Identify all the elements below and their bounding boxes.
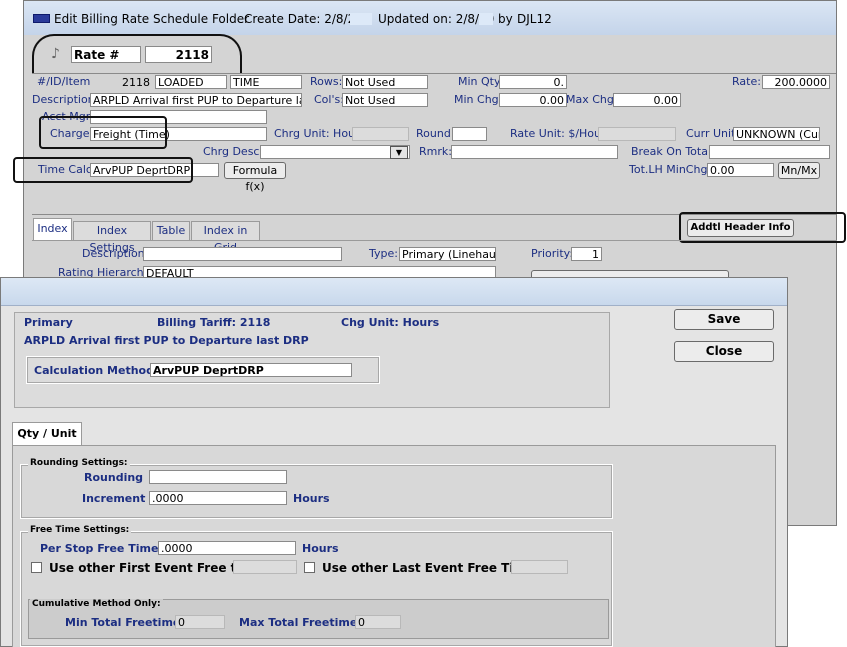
last-event-free-time-field — [511, 560, 568, 574]
rows-label: Rows: — [310, 75, 343, 88]
dialog-description: ARPLD Arrival first PUP to Departure las… — [24, 334, 309, 347]
description-label: Description: — [32, 93, 99, 106]
per-stop-free-time-label: Per Stop Free Time: — [40, 542, 163, 555]
chrg-desc-label: Chrg Desc: — [203, 145, 264, 158]
rate-value-field[interactable]: 200.0000 — [762, 75, 830, 89]
min-chg-field[interactable]: 0.00 — [499, 93, 567, 107]
max-total-freetime-label: Max Total Freetime: — [239, 616, 362, 629]
max-chg-field[interactable]: 0.00 — [613, 93, 681, 107]
index-description-field[interactable] — [143, 247, 342, 261]
rows-field[interactable]: Not Used — [342, 75, 428, 89]
rate-tab-divider — [32, 73, 836, 74]
tab-index-in-grid[interactable]: Index in Grid — [191, 221, 260, 254]
app-logo-icon — [33, 14, 50, 23]
chg-unit-label: Chg Unit: Hours — [341, 316, 440, 329]
save-button[interactable]: Save — [674, 309, 774, 330]
min-qty-field[interactable]: 0. — [499, 75, 567, 89]
status-field[interactable]: LOADED — [155, 75, 227, 89]
create-date: Create Date: 2/8/20 — [244, 12, 363, 26]
tab-index[interactable]: Index — [33, 218, 72, 240]
item-field[interactable]: TIME — [230, 75, 302, 89]
per-stop-unit: Hours — [302, 542, 339, 555]
user-id: DJL12 — [517, 12, 552, 26]
rounding-label: Rounding — [84, 471, 144, 484]
updated-on-highlight — [479, 13, 493, 25]
per-stop-free-time-field[interactable]: .0000 — [158, 541, 296, 555]
tab-table[interactable]: Table — [152, 221, 190, 240]
primary-label: Primary — [24, 316, 73, 329]
tot-lh-minchg-field[interactable]: 0.00 — [707, 163, 774, 177]
chrg-desc-dropdown[interactable] — [260, 145, 410, 159]
priority-field[interactable]: 1 — [571, 247, 602, 261]
rmrk-field[interactable] — [451, 145, 618, 159]
max-total-freetime-field: 0 — [355, 615, 401, 629]
rate-number-field[interactable]: 2118 — [145, 46, 212, 63]
break-on-total-label: Break On Total: — [631, 145, 715, 158]
charge-highlight-box — [39, 116, 167, 149]
tab-qty-unit[interactable]: Qty / Unit — [12, 422, 82, 446]
min-total-freetime-field: 0 — [175, 615, 225, 629]
tot-lh-minchg-label: Tot.LH MinChg: — [629, 163, 712, 176]
tab-index-settings[interactable]: Index Settings — [73, 221, 151, 254]
max-chg-label: Max Chg: — [566, 93, 618, 106]
increment-label: Increment — [82, 492, 146, 505]
create-date-highlight — [350, 13, 372, 25]
round-field[interactable] — [452, 127, 487, 141]
use-first-event-checkbox[interactable] — [31, 562, 42, 573]
min-chg-label: Min Chg: — [454, 93, 503, 106]
rate-label-box: Rate # — [71, 46, 141, 63]
formula-button[interactable]: Formula f(x) — [224, 162, 286, 193]
round-label: Round: — [416, 127, 455, 140]
close-button[interactable]: Close — [674, 341, 774, 362]
min-qty-label: Min Qty: — [458, 75, 504, 88]
dialog-title-bar[interactable] — [1, 278, 787, 306]
rounding-field[interactable] — [149, 470, 287, 484]
id-item-label: #/ID/Item: — [37, 75, 95, 88]
rate-value-label: Rate: — [732, 75, 761, 88]
curr-unit-label: Curr Unit: — [686, 127, 740, 140]
free-time-settings-title: Free Time Settings: — [28, 525, 132, 535]
priority-label: Priority: — [531, 247, 574, 260]
rate-unit-label: Rate Unit: $/Hour — [510, 127, 606, 140]
rmrk-label: Rmrk: — [419, 145, 452, 158]
cols-label: Col's: — [314, 93, 344, 106]
use-last-event-checkbox[interactable] — [304, 562, 315, 573]
break-on-total-field[interactable] — [709, 145, 830, 159]
by-label: by — [498, 12, 513, 26]
type-field[interactable]: Primary (Linehaul) — [399, 247, 496, 261]
type-label: Type: — [369, 247, 398, 260]
description-field[interactable]: ARPLD Arrival first PUP to Departure las… — [90, 93, 302, 107]
index-description-label: Description: — [82, 247, 149, 260]
curr-unit-field[interactable]: UNKNOWN (Curr — [733, 127, 820, 141]
rounding-settings-title: Rounding Settings: — [28, 458, 130, 468]
id-field[interactable]: 2118 — [91, 75, 153, 89]
min-total-freetime-label: Min Total Freetime — [65, 616, 181, 629]
chrg-unit-field — [352, 127, 409, 141]
cols-field[interactable]: Not Used — [342, 93, 428, 107]
increment-field[interactable]: .0000 — [149, 491, 287, 505]
updated-on: Updated on: 2/8/20 — [378, 12, 495, 26]
rate-unit-field — [598, 127, 676, 141]
time-calc-highlight-box — [13, 157, 193, 183]
addtl-header-highlight-box — [679, 212, 846, 243]
billing-tariff-label: Billing Tariff: 2118 — [157, 316, 271, 329]
cumulative-title: Cumulative Method Only: — [30, 599, 163, 609]
calc-method-label: Calculation Method — [34, 364, 154, 377]
calc-method-field[interactable]: ArvPUP DeprtDRP — [150, 363, 352, 377]
music-note-icon: ♪ — [51, 46, 60, 62]
increment-unit: Hours — [293, 492, 330, 505]
chevron-down-icon[interactable]: ▼ — [390, 146, 408, 159]
window-title: Edit Billing Rate Schedule Folder — [54, 12, 250, 26]
use-first-event-label: Use other First Event Free time — [49, 561, 262, 575]
minmx-button[interactable]: Mn/Mx — [778, 162, 820, 179]
main-title-bar[interactable]: Edit Billing Rate Schedule Folder Create… — [24, 1, 836, 35]
use-last-event-label: Use other Last Event Free Time — [322, 561, 535, 575]
first-event-free-time-field — [233, 560, 297, 574]
